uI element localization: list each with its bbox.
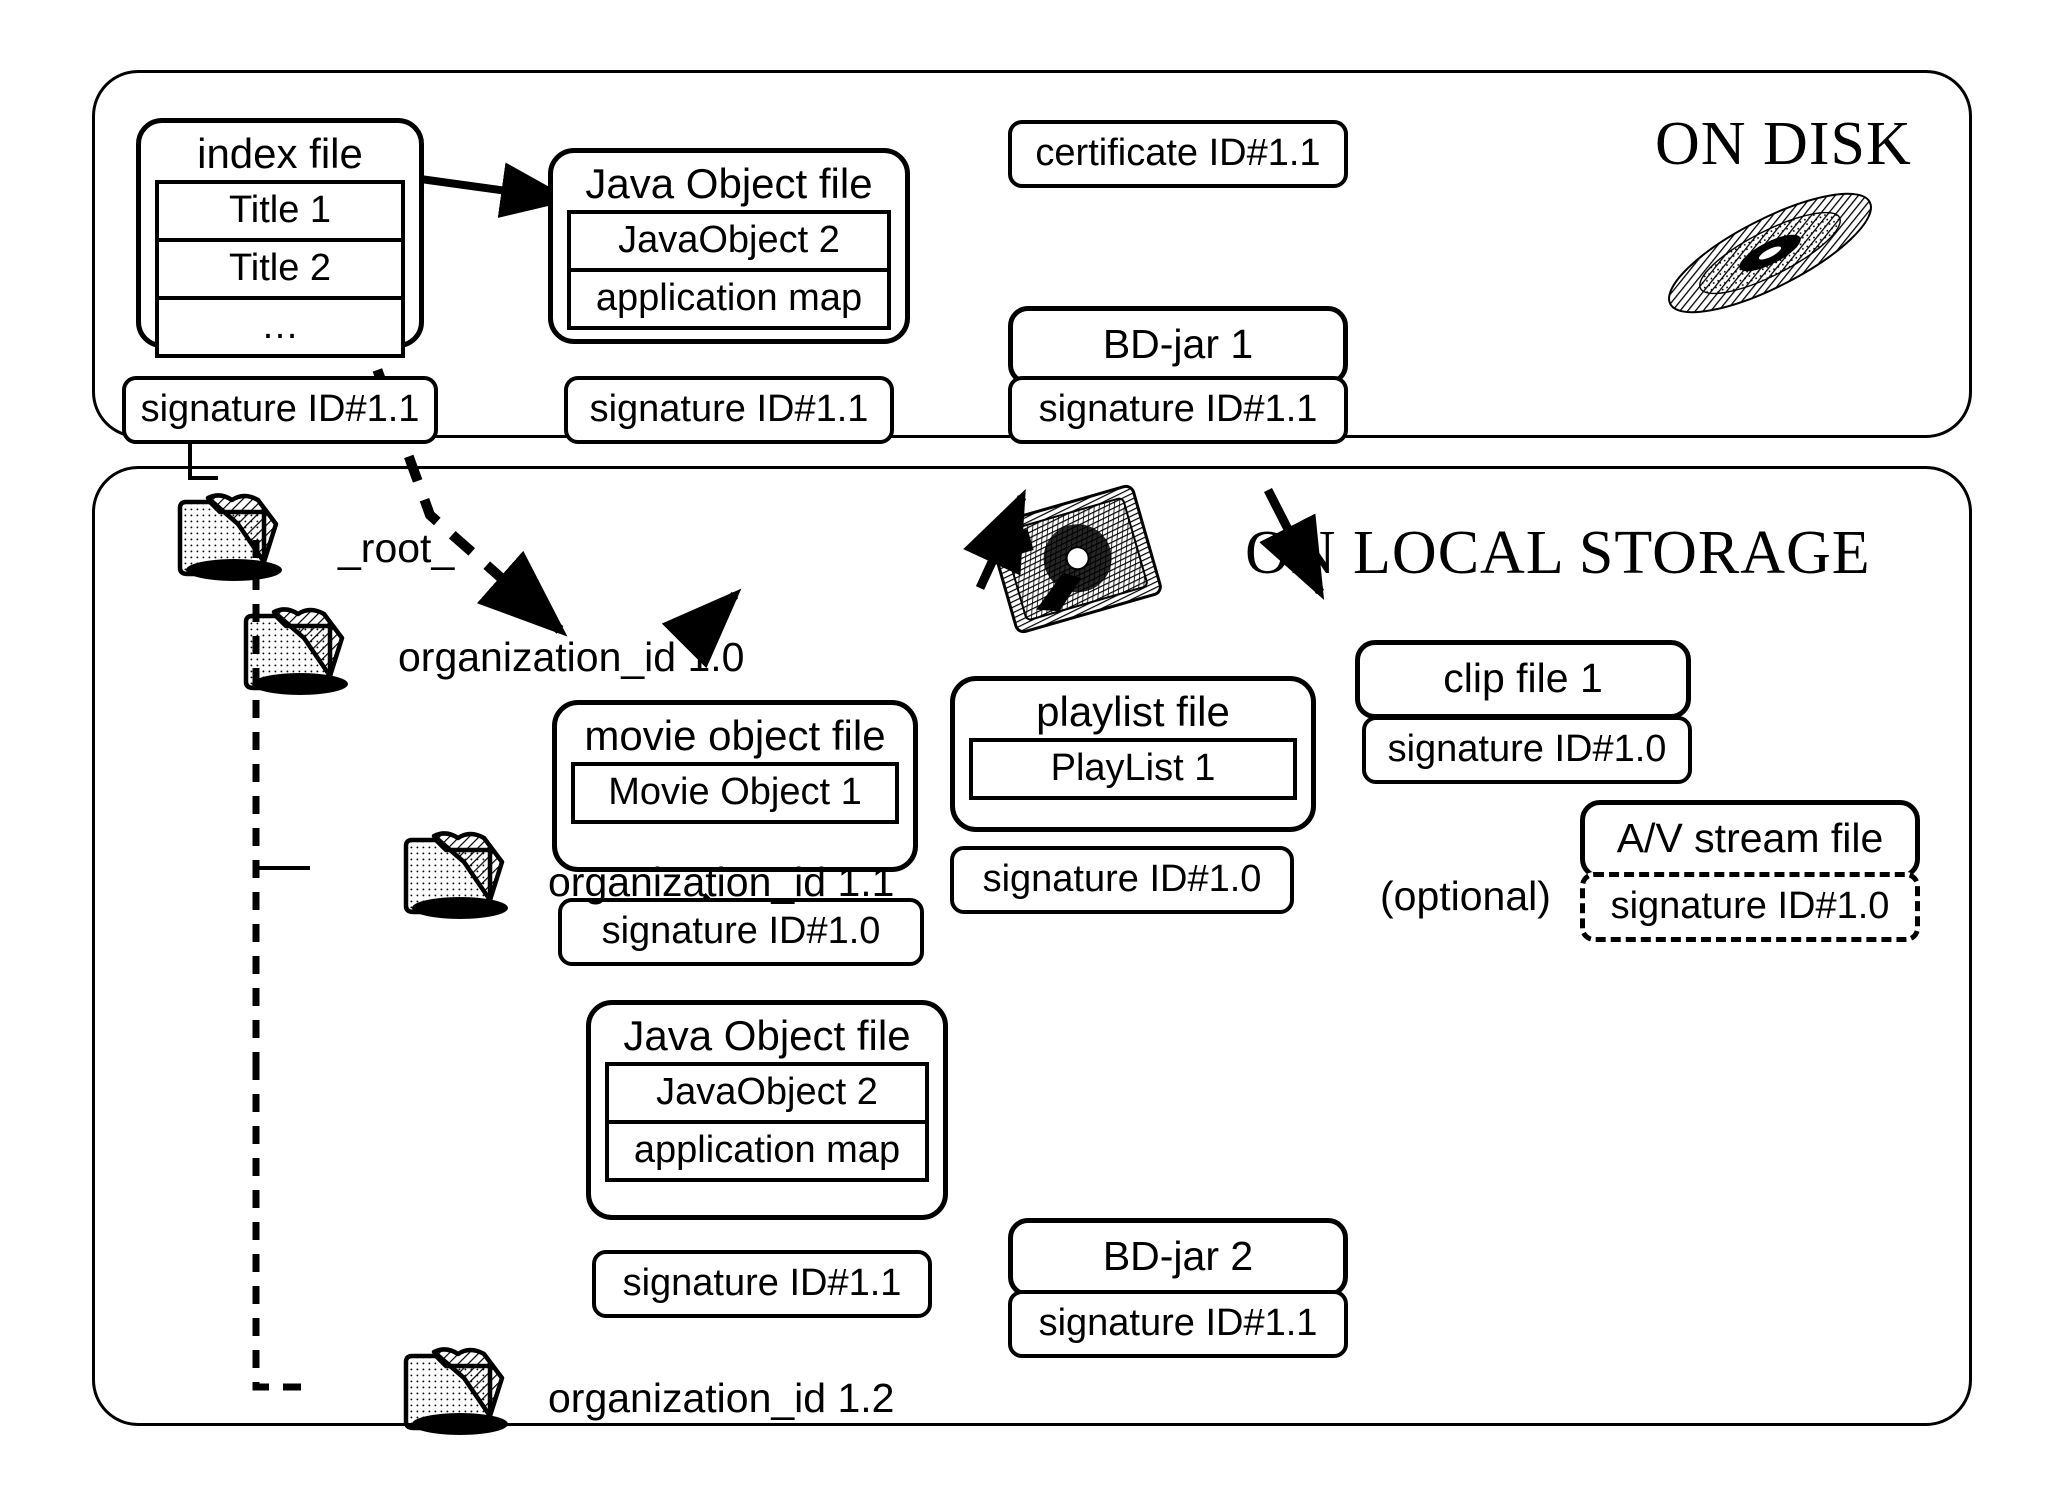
bd-jar-1-box: BD-jar 1 [1008,306,1348,385]
java-object-file-rows: JavaObject 2 application map [567,210,891,331]
movie-object-file-rows: Movie Object 1 [571,762,899,825]
bd-jar-1-signature: signature ID#1.1 [1008,376,1348,444]
clip-file-box: clip file 1 [1355,640,1691,719]
java-object-file-box-disk: Java Object file JavaObject 2 applicatio… [548,148,910,344]
folder-icon [172,490,288,582]
index-file-row: Title 2 [159,242,401,301]
folder-label-org-1-2: organization_id 1.2 [548,1375,895,1421]
on-local-storage-heading: ON LOCAL STORAGE [1245,519,1871,587]
index-file-box: index file Title 1 Title 2 … [136,118,424,359]
java-object-file-signature-local: signature ID#1.1 [592,1250,932,1318]
playlist-file-box: playlist file PlayList 1 [950,676,1316,832]
bd-jar-2-signature: signature ID#1.1 [1008,1290,1348,1358]
movie-object-file-signature: signature ID#1.0 [558,898,924,966]
playlist-file-row: PlayList 1 [1050,747,1216,790]
folder-label-root: _root_ [338,525,455,571]
on-disk-heading: ON DISK [1655,110,1912,178]
playlist-file-signature: signature ID#1.0 [950,846,1294,914]
java-object-file-row: JavaObject 2 [609,1066,925,1125]
optical-disc-icon [1655,188,1885,318]
bd-jar-2-box: BD-jar 2 [1008,1218,1348,1297]
hard-disk-icon [980,484,1170,635]
java-object-file-row: application map [633,1129,901,1172]
folder-icon [398,1344,514,1436]
index-file-signature: signature ID#1.1 [122,376,438,444]
playlist-file-title: playlist file [1036,688,1230,735]
av-stream-file-signature: signature ID#1.0 [1580,872,1920,942]
java-object-file-signature-disk: signature ID#1.1 [564,376,894,444]
java-object-file-row: JavaObject 2 [571,214,887,273]
folder-icon [238,604,354,696]
movie-object-file-box: movie object file Movie Object 1 [552,700,918,872]
clip-file-signature: signature ID#1.0 [1362,716,1692,784]
certificate-box: certificate ID#1.1 [1008,120,1348,188]
av-stream-optional-label: (optional) [1380,873,1551,919]
av-stream-file-box: A/V stream file [1580,800,1920,879]
movie-object-file-row: Movie Object 1 [608,771,862,814]
diagram-canvas: ON DISK index file Title 1 Title 2 … sig… [0,0,2072,1491]
index-file-row: Title 1 [159,184,401,243]
java-object-file-box-local: Java Object file JavaObject 2 applicatio… [586,1000,948,1220]
java-object-file-title: Java Object file [623,1012,911,1059]
playlist-file-rows: PlayList 1 [969,738,1297,801]
folder-icon [398,828,514,920]
java-object-file-row: application map [595,277,863,320]
folder-label-org-1-0: organization_id 1.0 [398,634,745,680]
index-file-rows: Title 1 Title 2 … [155,180,405,359]
java-object-file-title: Java Object file [585,160,873,207]
movie-object-file-title: movie object file [584,712,886,759]
folder-label-org-1-1: organization_id 1.1 [548,859,895,905]
java-object-file-rows: JavaObject 2 application map [605,1062,929,1183]
index-file-title: index file [197,130,363,177]
index-file-row: … [261,305,299,348]
